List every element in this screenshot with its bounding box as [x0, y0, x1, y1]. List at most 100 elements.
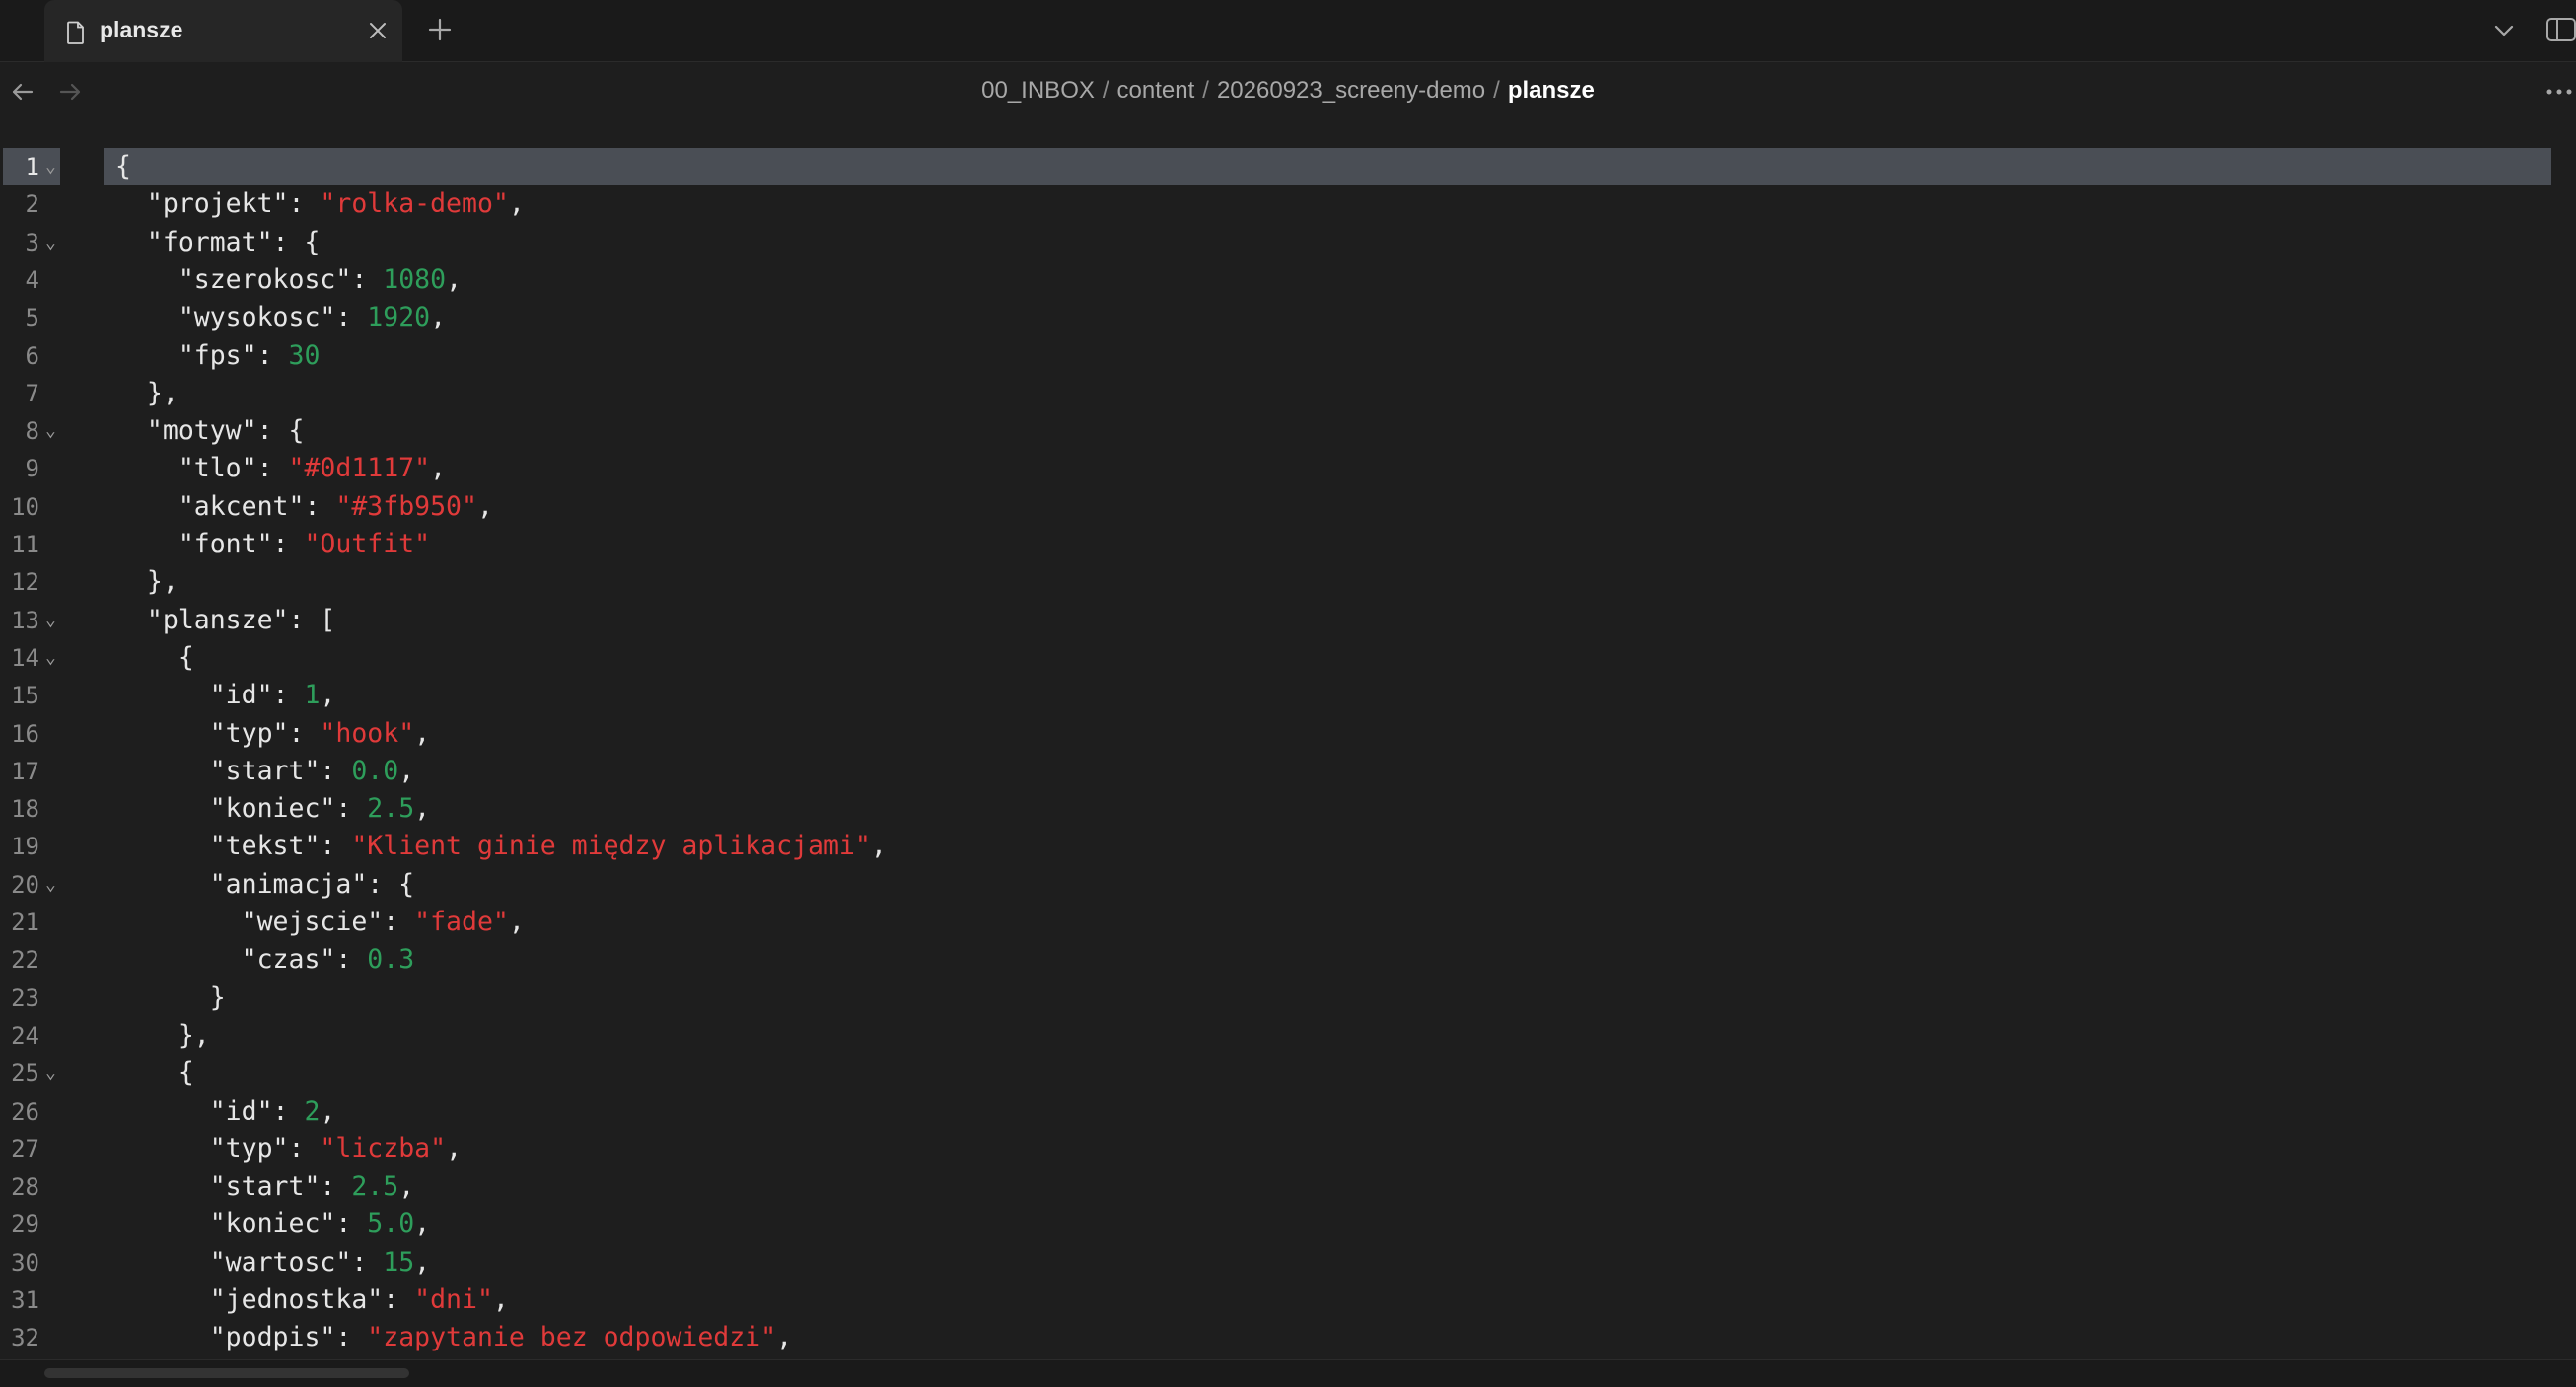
code-text: "typ": "hook", [104, 715, 430, 753]
code-token: "jednostka": [115, 1284, 415, 1315]
line-number: 6 [25, 341, 39, 370]
more-options-icon[interactable] [2544, 81, 2574, 103]
code-editor[interactable]: 1 ⌄{2 "projekt": "rolka-demo", 3 ⌄ "format"… [0, 148, 2576, 1359]
line-number: 11 [11, 531, 39, 558]
line-number: 14 [11, 643, 39, 672]
code-token: "id": [115, 680, 305, 711]
code-line[interactable]: 24 }, [0, 1017, 2576, 1055]
code-line[interactable]: 8 ⌄ "motyw": { [0, 412, 2576, 450]
code-line[interactable]: 31 "jednostka": "dni", [0, 1281, 2576, 1319]
code-text: "wejscie": "fade", [104, 904, 525, 941]
code-text: "motyw": { [104, 412, 305, 450]
fold-chevron-icon[interactable]: ⌄ [45, 412, 56, 450]
code-line[interactable]: 13 ⌄ "plansze": [ [0, 602, 2576, 639]
code-line[interactable]: 3 ⌄ "format": { [0, 224, 2576, 261]
code-text: "start": 2.5, [104, 1168, 414, 1205]
fold-chevron-icon[interactable]: ⌄ [45, 602, 56, 639]
tab-plansze[interactable]: plansze [44, 0, 402, 62]
breadcrumb-separator: / [1493, 77, 1500, 104]
code-line[interactable]: 10 "akcent": "#3fb950", [0, 488, 2576, 526]
code-line[interactable]: 20 ⌄ "animacja": { [0, 866, 2576, 904]
fold-chevron-icon[interactable]: ⌄ [45, 639, 56, 677]
number-token: 1 [304, 680, 321, 711]
number-token: 5.0 [367, 1208, 415, 1240]
code-line[interactable]: 9 "tlo": "#0d1117", [0, 450, 2576, 487]
code-text: "plansze": [ [104, 602, 335, 639]
fold-chevron-icon[interactable]: ⌄ [45, 1055, 56, 1092]
code-token: , [398, 755, 415, 786]
code-line[interactable]: 12 }, [0, 563, 2576, 601]
code-token: "tekst": [115, 831, 352, 862]
code-text: "jednostka": "dni", [104, 1281, 509, 1319]
code-token: , [398, 1171, 415, 1203]
file-icon [67, 21, 84, 44]
status-bar [0, 1359, 2576, 1387]
number-token: 1080 [383, 263, 447, 295]
code-line[interactable]: 17 "start": 0.0, [0, 753, 2576, 790]
code-line[interactable]: 11 "font": "Outfit" [0, 526, 2576, 563]
code-line[interactable]: 14 ⌄ { [0, 639, 2576, 677]
code-line[interactable]: 4 "szerokosc": 1080, [0, 261, 2576, 299]
string-token: "hook" [320, 717, 415, 749]
code-line[interactable]: 22 "czas": 0.3 [0, 941, 2576, 979]
number-token: 0.0 [351, 755, 399, 786]
code-line[interactable]: 18 "koniec": 2.5, [0, 790, 2576, 828]
code-text: { [104, 639, 194, 677]
code-token: "podpis": [115, 1322, 368, 1353]
chevron-down-icon[interactable] [2491, 18, 2517, 43]
code-line[interactable]: 23 } [0, 980, 2576, 1017]
code-line[interactable]: 6 "fps": 30 [0, 337, 2576, 375]
code-token: { [115, 1058, 194, 1089]
code-token: "id": [115, 1095, 305, 1127]
code-line[interactable]: 15 "id": 1, [0, 677, 2576, 714]
code-line[interactable]: 5 "wysokosc": 1920, [0, 299, 2576, 336]
horizontal-scrollbar[interactable] [44, 1368, 409, 1378]
fold-chevron-icon[interactable]: ⌄ [45, 866, 56, 904]
code-line[interactable]: 2 "projekt": "rolka-demo", [0, 185, 2576, 223]
code-text: "szerokosc": 1080, [104, 261, 462, 299]
code-text: } [104, 980, 226, 1017]
code-token: "projekt": [115, 188, 321, 220]
code-line[interactable]: 26 "id": 2, [0, 1093, 2576, 1131]
breadcrumb-item-folder[interactable]: 20260923_screeny-demo [1217, 77, 1485, 104]
fold-chevron-icon[interactable]: ⌄ [45, 224, 56, 261]
code-text: "font": "Outfit" [104, 526, 430, 563]
code-token: "wejscie": [115, 907, 415, 937]
close-icon[interactable] [366, 19, 390, 42]
code-token: "typ": [115, 717, 321, 749]
code-token: , [414, 1246, 431, 1278]
code-token: { [115, 151, 131, 182]
navigation-bar: 00_INBOX / content / 20260923_screeny-demo / p… [0, 63, 2576, 120]
code-line[interactable]: 28 "start": 2.5, [0, 1168, 2576, 1205]
breadcrumb-item-inbox[interactable]: 00_INBOX [981, 77, 1095, 104]
code-line[interactable]: 25 ⌄ { [0, 1055, 2576, 1092]
code-token: , [870, 831, 887, 862]
code-line[interactable]: 7 }, [0, 375, 2576, 412]
sidebar-toggle-icon[interactable] [2544, 14, 2576, 45]
code-token: , [320, 680, 336, 711]
code-token: "koniec": [115, 1208, 368, 1240]
code-line[interactable]: 21 "wejscie": "fade", [0, 904, 2576, 941]
code-line[interactable]: 30 "wartosc": 15, [0, 1244, 2576, 1281]
code-line[interactable]: 29 "koniec": 5.0, [0, 1205, 2576, 1243]
code-token: "wartosc": [115, 1246, 384, 1278]
code-text: "animacja": { [104, 866, 414, 904]
line-number: 29 [11, 1210, 39, 1239]
breadcrumb-current-file[interactable]: plansze [1508, 77, 1595, 104]
line-number: 5 [25, 304, 39, 332]
code-line[interactable]: 1 ⌄ { [0, 148, 2576, 186]
breadcrumb-item-content[interactable]: content [1117, 77, 1195, 104]
new-tab-plus-icon[interactable] [426, 16, 454, 43]
code-line[interactable]: 27 "typ": "liczba", [0, 1131, 2576, 1168]
code-token: , [446, 1132, 463, 1164]
code-text: }, [104, 1017, 210, 1055]
code-token: }, [115, 1019, 210, 1051]
line-number: 1 [25, 153, 39, 181]
code-text: "format": { [104, 224, 321, 261]
fold-chevron-icon[interactable]: ⌄ [45, 148, 56, 185]
line-number: 27 [11, 1134, 39, 1163]
code-line[interactable]: 16 "typ": "hook", [0, 715, 2576, 753]
code-line[interactable]: 32 "podpis": "zapytanie bez odpowiedzi", [0, 1319, 2576, 1356]
code-line[interactable]: 19 "tekst": "Klient ginie między aplikac… [0, 828, 2576, 865]
code-text: "koniec": 5.0, [104, 1205, 430, 1243]
